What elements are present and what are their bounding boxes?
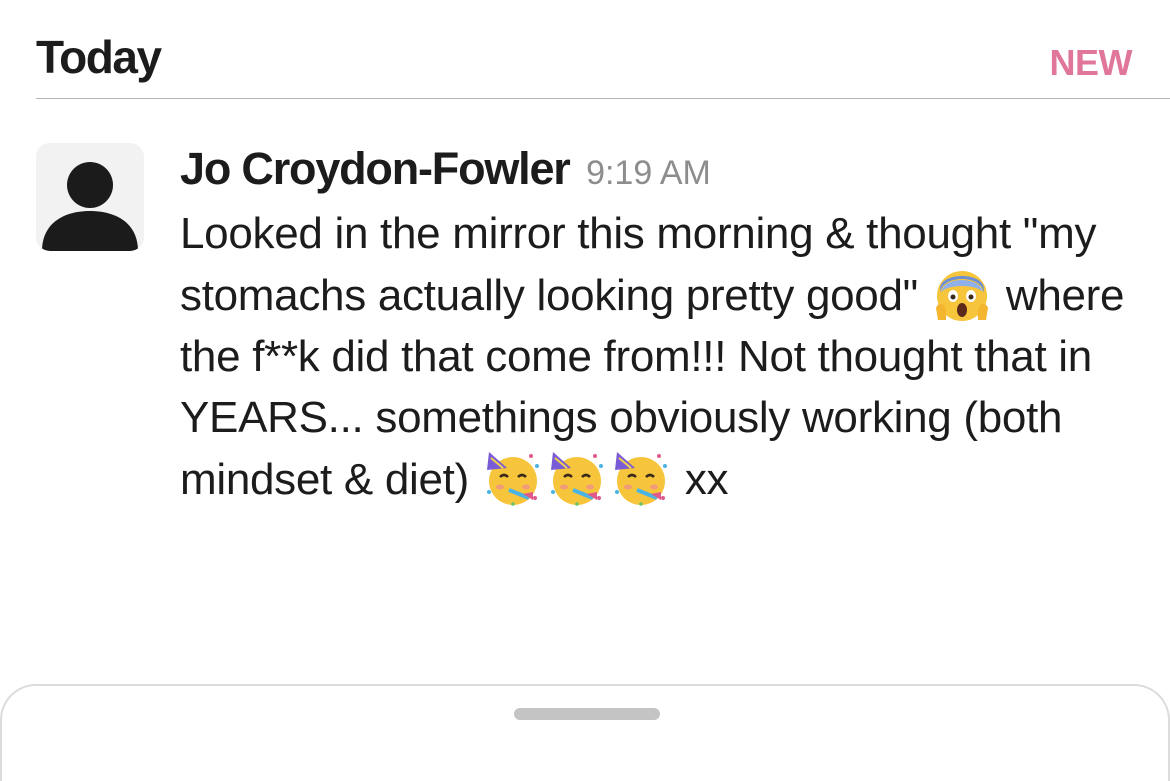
user-avatar[interactable]: [36, 143, 144, 251]
person-icon: [36, 143, 144, 251]
face-screaming-icon: [932, 264, 992, 324]
partying-face-icon: [611, 448, 671, 508]
day-label: Today: [36, 31, 162, 83]
message-meta: Jo Croydon-Fowler 9:19 AM: [180, 143, 1140, 203]
new-messages-badge: NEW: [1049, 42, 1133, 83]
partying-face-icon: [547, 448, 607, 508]
message-timestamp[interactable]: 9:19 AM: [586, 154, 711, 192]
partying-face-icon: [483, 448, 543, 508]
message-screen: Today NEW Jo Croydon-Fowler 9:19 AM Look…: [0, 0, 1170, 781]
message-text-part-3: xx: [684, 455, 729, 504]
message-body: Jo Croydon-Fowler 9:19 AM Looked in the …: [180, 143, 1140, 510]
drag-handle-icon[interactable]: [514, 708, 660, 720]
day-divider: Today NEW: [36, 28, 1170, 99]
author-name[interactable]: Jo Croydon-Fowler: [180, 143, 571, 194]
bottom-sheet[interactable]: [0, 684, 1170, 781]
message-text: Looked in the mirror this morning & thou…: [180, 203, 1140, 510]
